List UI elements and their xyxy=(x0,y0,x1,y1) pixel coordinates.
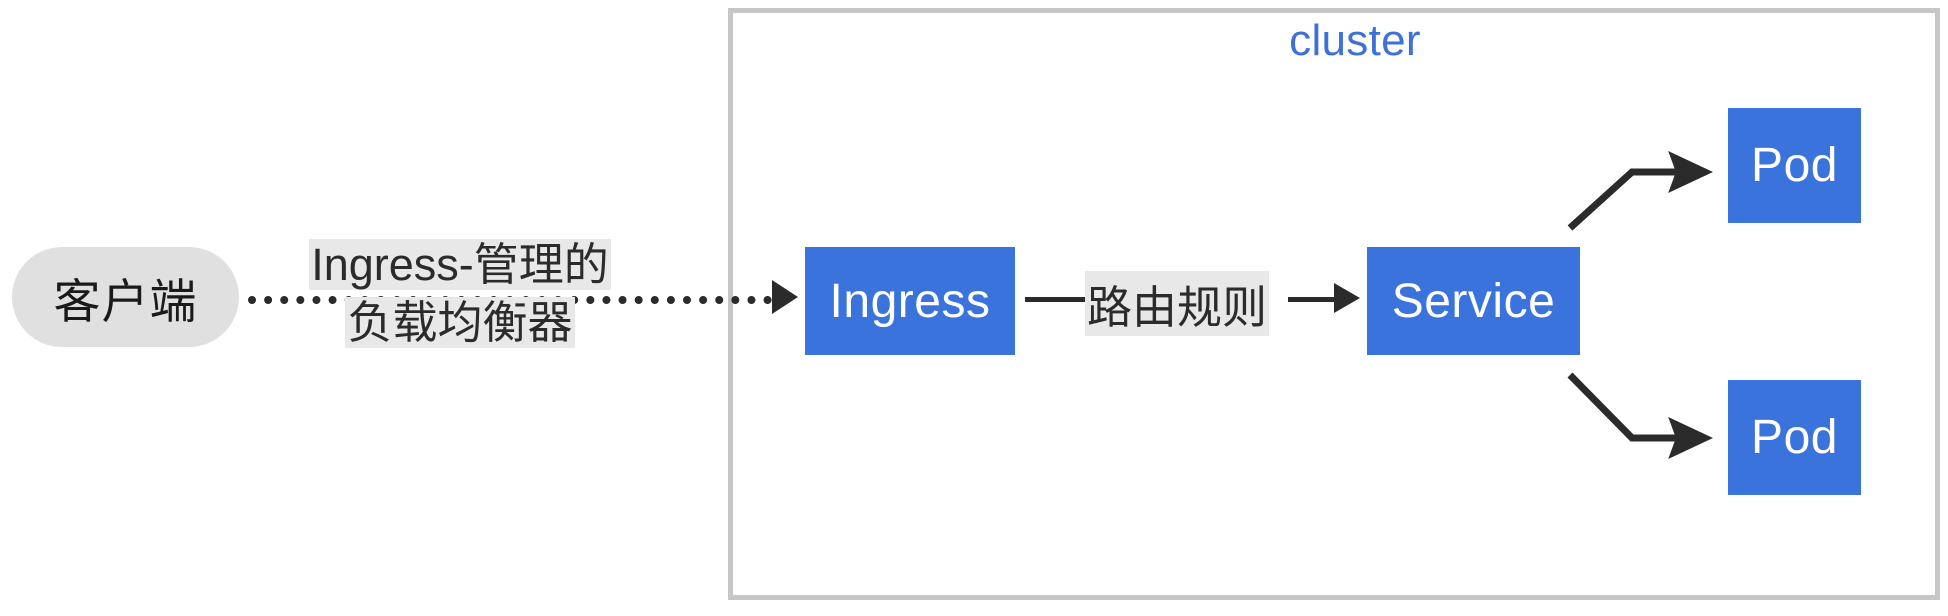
ingress-node-label: Ingress xyxy=(829,274,991,328)
pod-node-bottom: Pod xyxy=(1728,380,1861,495)
load-balancer-edge-label: Ingress-管理的 负载均衡器 xyxy=(300,238,620,351)
routing-rule-edge-left xyxy=(1025,297,1091,302)
routing-rule-label: 路由规则 xyxy=(1085,271,1270,336)
client-to-ingress-arrowhead xyxy=(772,280,798,314)
routing-rule-edge-right xyxy=(1288,297,1340,302)
cluster-label: cluster xyxy=(1289,16,1421,65)
load-balancer-label-line2: 负载均衡器 xyxy=(345,296,575,348)
routing-rule-arrowhead xyxy=(1334,283,1360,313)
service-node: Service xyxy=(1367,247,1580,355)
ingress-node: Ingress xyxy=(805,247,1015,355)
client-node: 客户端 xyxy=(12,247,239,347)
pod-node-bottom-label: Pod xyxy=(1751,411,1838,464)
diagram-canvas: cluster 客户端 Ingress-管理的 负载均衡器 Ingress 路由… xyxy=(0,0,1948,616)
client-node-label: 客户端 xyxy=(53,274,198,328)
pod-node-top-label: Pod xyxy=(1751,139,1838,192)
load-balancer-label-line1: Ingress-管理的 xyxy=(309,239,611,290)
pod-node-top: Pod xyxy=(1728,108,1861,223)
service-node-label: Service xyxy=(1391,274,1556,328)
